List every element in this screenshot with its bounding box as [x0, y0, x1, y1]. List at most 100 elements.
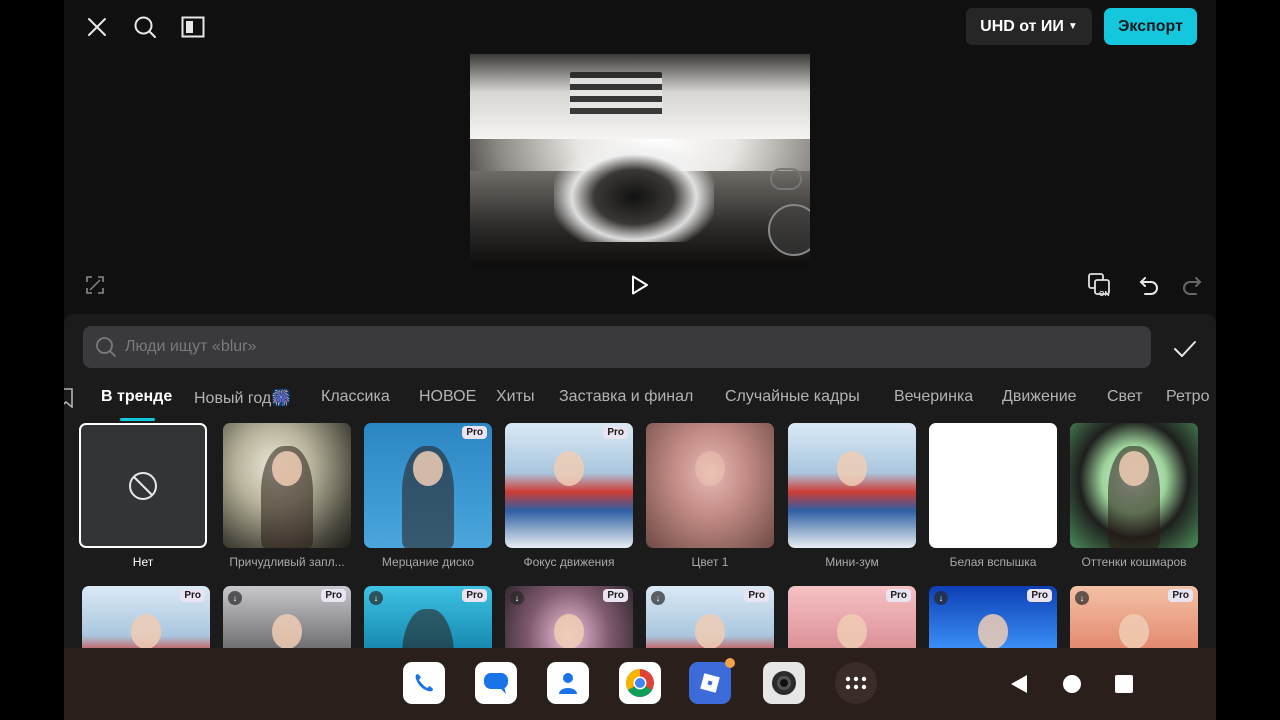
download-icon: ↓ [1075, 591, 1089, 605]
effects-search-bar[interactable] [83, 326, 1151, 368]
chrome-app-icon[interactable] [619, 662, 661, 704]
preview-sign [570, 72, 662, 120]
caret-down-icon: ▼ [1067, 21, 1078, 32]
effect-row2-2[interactable]: ↓ Pro [223, 586, 351, 648]
tab-classic[interactable]: Классика [321, 388, 390, 406]
pro-badge: Pro [180, 589, 205, 602]
download-icon: ↓ [369, 591, 383, 605]
effect-label: Мерцание диско [381, 555, 475, 569]
effect-none[interactable]: Нет [79, 423, 207, 569]
effect-row2-3[interactable]: ↓ Pro [364, 586, 492, 648]
confirm-check-icon[interactable] [1170, 334, 1200, 364]
pro-badge: Pro [1168, 589, 1193, 602]
effect-thumb: Pro [82, 586, 210, 648]
effect-thumb: ↓ Pro [505, 586, 633, 648]
home-icon[interactable] [1060, 672, 1084, 696]
phone-app-icon[interactable] [403, 662, 445, 704]
effect-thumb: Pro [364, 423, 492, 548]
layout-icon[interactable] [178, 12, 208, 42]
effect-disco-flicker[interactable]: Pro Мерцание диско [364, 423, 492, 569]
back-icon[interactable] [1007, 672, 1031, 696]
effect-row2-4[interactable]: ↓ Pro [505, 586, 633, 648]
search-icon[interactable] [130, 12, 160, 42]
app-drawer-icon[interactable] [835, 662, 877, 704]
tab-light[interactable]: Свет [1107, 388, 1143, 406]
download-icon: ↓ [934, 591, 948, 605]
effect-row2-1[interactable]: Pro [82, 586, 210, 648]
effect-thumb: ↓ Pro [223, 586, 351, 648]
effect-row2-8[interactable]: ↓ Pro [1070, 586, 1198, 648]
keyframe-on-icon[interactable]: ON [1086, 270, 1116, 300]
effect-mini-zoom[interactable]: Мини-зум [788, 423, 916, 569]
effect-row2-5[interactable]: ↓ Pro [646, 586, 774, 648]
effect-color-1[interactable]: Цвет 1 [646, 423, 774, 569]
tab-new[interactable]: НОВОЕ [419, 388, 476, 406]
camera-app-icon[interactable] [763, 662, 805, 704]
pro-badge: Pro [321, 589, 346, 602]
resolution-label: UHD от ИИ [980, 17, 1064, 35]
effect-thumb [929, 423, 1057, 548]
pro-badge: Pro [462, 589, 487, 602]
effect-thumb [223, 423, 351, 548]
effect-label: Фокус движения [523, 555, 615, 569]
effect-thumb: Pro [788, 586, 916, 648]
pro-badge: Pro [462, 426, 487, 439]
effect-thumb: ↓ Pro [1070, 586, 1198, 648]
effect-label: Мини-зум [825, 555, 879, 569]
recents-icon[interactable] [1112, 672, 1136, 696]
effect-label: Белая вспышка [949, 555, 1037, 569]
effect-row2-6[interactable]: Pro [788, 586, 916, 648]
download-icon: ↓ [651, 591, 665, 605]
fullscreen-icon[interactable] [80, 270, 110, 300]
effect-thumb: ↓ Pro [364, 586, 492, 648]
effect-row2-7[interactable]: ↓ Pro [929, 586, 1057, 648]
effect-category-tabs: В тренде Новый год🎆 Классика НОВОЕ Хиты … [64, 376, 1216, 424]
effects-grid: Нет Причудливый запл... Pro Мерцание дис… [64, 422, 1216, 648]
pro-badge: Pro [886, 589, 911, 602]
effect-label: Оттенки кошмаров [1081, 555, 1187, 569]
effect-thumb: ↓ Pro [646, 586, 774, 648]
tab-intro-outro[interactable]: Заставка и финал [559, 388, 693, 406]
effect-label: Нет [132, 555, 154, 569]
undo-icon[interactable] [1134, 270, 1164, 300]
effect-thumb [788, 423, 916, 548]
resolution-dropdown[interactable]: UHD от ИИ ▼ [966, 8, 1092, 45]
effect-label: Цвет 1 [691, 555, 729, 569]
play-icon[interactable] [625, 270, 655, 300]
pro-badge: Pro [603, 426, 628, 439]
close-icon[interactable] [82, 12, 112, 42]
tab-party[interactable]: Вечеринка [894, 388, 973, 406]
preview-figure [554, 142, 714, 242]
export-button[interactable]: Экспорт [1104, 8, 1197, 45]
preview-game-badge [770, 168, 802, 190]
notification-dot [725, 658, 735, 668]
search-field-icon [96, 337, 116, 357]
download-icon: ↓ [228, 591, 242, 605]
effect-white-flash[interactable]: Белая вспышка [929, 423, 1057, 569]
tab-trending[interactable]: В тренде [101, 388, 172, 406]
bookmark-icon[interactable] [64, 388, 76, 408]
svg-text:ON: ON [1099, 291, 1110, 298]
redo-icon[interactable] [1177, 270, 1207, 300]
effect-motion-focus[interactable]: Pro Фокус движения [505, 423, 633, 569]
contacts-app-icon[interactable] [547, 662, 589, 704]
pro-badge [903, 426, 911, 428]
tab-hits[interactable]: Хиты [496, 388, 534, 406]
effect-thumb [646, 423, 774, 548]
download-icon: ↓ [510, 591, 524, 605]
tab-motion[interactable]: Движение [1002, 388, 1077, 406]
effect-nightmare-shades[interactable]: Оттенки кошмаров [1070, 423, 1198, 569]
tab-retro[interactable]: Ретро [1166, 388, 1209, 406]
effects-panel: В тренде Новый год🎆 Классика НОВОЕ Хиты … [64, 314, 1216, 648]
effect-thumb: ↓ Pro [929, 586, 1057, 648]
effect-whimsical[interactable]: Причудливый запл... [223, 423, 351, 569]
tab-new-year[interactable]: Новый год🎆 [194, 388, 291, 408]
tab-random-frames[interactable]: Случайные кадры [725, 388, 860, 406]
messages-app-icon[interactable] [475, 662, 517, 704]
active-tab-indicator [120, 418, 155, 421]
roblox-app-icon[interactable] [689, 658, 735, 704]
effect-thumb: Pro [505, 423, 633, 548]
video-preview[interactable] [470, 54, 810, 266]
none-icon [129, 471, 157, 500]
effects-search-input[interactable] [125, 338, 1025, 356]
